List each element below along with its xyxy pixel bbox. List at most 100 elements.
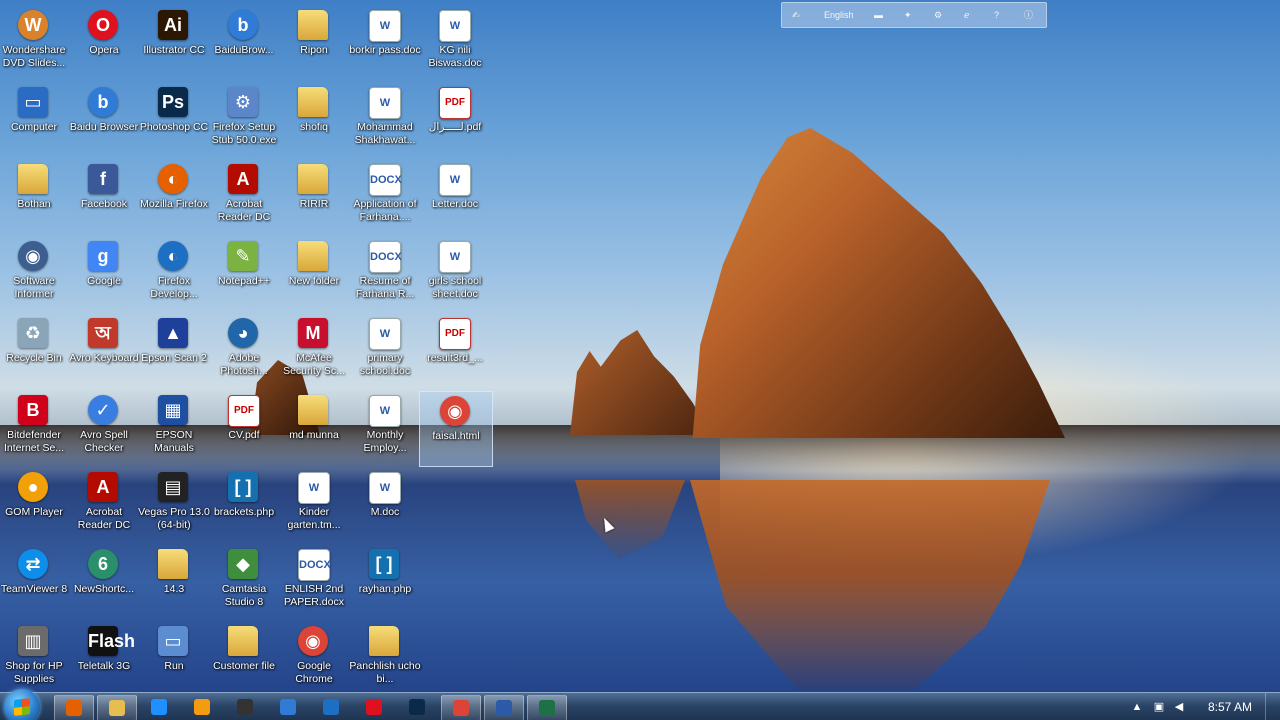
desktop-icon[interactable]: Bothan: [0, 160, 70, 234]
desktop-icon[interactable]: ◉ Google Chrome: [278, 622, 350, 692]
info-icon[interactable]: ⓘ: [1024, 3, 1033, 27]
language-label[interactable]: English: [824, 3, 854, 27]
taskbar-firefox-button[interactable]: [54, 695, 94, 720]
desktop-icon-label: Notepad++: [218, 275, 270, 287]
desktop-icon[interactable]: Wprimary school.doc: [349, 314, 421, 388]
desktop-icon[interactable]: ▲ Epson Scan 2: [138, 314, 210, 388]
taskbar-word-button[interactable]: [484, 695, 524, 720]
desktop-icon[interactable]: 6 NewShortc...: [68, 545, 140, 619]
desktop-icon[interactable]: Ps Photoshop CC: [138, 83, 210, 157]
desktop-icon-label: Bitdefender Internet Se...: [3, 429, 65, 454]
taskbar-clock[interactable]: 8:57 AM: [1208, 693, 1252, 720]
desktop-icon[interactable]: Wborkir pass.doc: [349, 6, 421, 80]
gear-icon[interactable]: ⚙: [934, 3, 942, 27]
taskbar-excel-button[interactable]: [527, 695, 567, 720]
desktop-icon[interactable]: Panchlish ucho bi...: [349, 622, 421, 692]
desktop-icon[interactable]: PDF لـــــرال.pdf: [419, 83, 491, 157]
desktop-icon-label: Application of Farhana....: [353, 198, 417, 223]
desktop-icon[interactable]: ◉ faisal.html: [419, 391, 493, 467]
desktop-icon-label: Recycle Bin: [6, 352, 62, 364]
desktop-icon[interactable]: A Acrobat Reader DC: [208, 160, 280, 234]
desktop-icon[interactable]: md munna: [278, 391, 350, 465]
desktop-icon[interactable]: ▤ Vegas Pro 13.0 (64-bit): [138, 468, 210, 542]
desktop-icon[interactable]: [ ] rayhan.php: [349, 545, 421, 619]
desktop-icon[interactable]: অ Avro Keyboard: [68, 314, 140, 388]
desktop-icon[interactable]: PDF result3rd_...: [419, 314, 491, 388]
help-icon[interactable]: ?: [994, 3, 999, 27]
app-icon: ◉: [18, 241, 48, 271]
show-desktop-button[interactable]: [1265, 693, 1280, 720]
desktop-icon[interactable]: B Bitdefender Internet Se...: [0, 391, 70, 465]
desktop-icon[interactable]: DOCX Application of Farhana....: [349, 160, 421, 234]
desktop-icon-label: Acrobat Reader DC: [217, 198, 271, 223]
desktop-icon[interactable]: M McAfee Security Sc...: [278, 314, 350, 388]
desktop-icon[interactable]: ♻ Recycle Bin: [0, 314, 70, 388]
desktop-icon[interactable]: ▭ Computer: [0, 83, 70, 157]
desktop-icon[interactable]: b BaiduBrow...: [208, 6, 280, 80]
desktop-icon[interactable]: W Kinder garten.tm...: [278, 468, 350, 542]
desktop-icon[interactable]: [ ] brackets.php: [208, 468, 280, 542]
speaker-icon[interactable]: ◀: [1172, 700, 1186, 714]
desktop-icon[interactable]: DOCX ENLISH 2nd PAPER.docx: [278, 545, 350, 619]
taskbar-chrome-button[interactable]: [441, 695, 481, 720]
ie-icon[interactable]: ℯ: [964, 3, 969, 27]
desktop-icon[interactable]: ◕ Adobe Photosh...: [208, 314, 280, 388]
desktop-icon[interactable]: W Mohammad Shakhawat...: [349, 83, 421, 157]
desktop-icon[interactable]: W Letter.doc: [419, 160, 491, 234]
desktop-icon[interactable]: shofiq: [278, 83, 350, 157]
desktop-icon[interactable]: DOCX Resume of Farhana R...: [349, 237, 421, 311]
desktop-icon[interactable]: A Acrobat Reader DC: [68, 468, 140, 542]
show-hidden-icons-icon[interactable]: ▲: [1130, 700, 1144, 714]
taskbar-explorer-button[interactable]: [97, 695, 137, 720]
desktop-icon[interactable]: New folder: [278, 237, 350, 311]
desktop-icon[interactable]: W Monthly Employ...: [349, 391, 421, 465]
network-icon[interactable]: ▣: [1152, 700, 1166, 714]
desktop-icon[interactable]: PDF CV.pdf: [208, 391, 280, 465]
firefox-icon: [66, 700, 82, 716]
desktop[interactable]: W Wondershare DVD Slides... O Opera Ai Illust…: [0, 0, 1280, 692]
desktop-icon[interactable]: Customer file: [208, 622, 280, 692]
desktop-icon[interactable]: ◉ Software Informer: [0, 237, 70, 311]
desktop-icon[interactable]: Ripon: [278, 6, 350, 80]
desktop-icon[interactable]: ▥ Shop for HP Supplies: [0, 622, 70, 692]
desktop-icon-label: TeamViewer 8: [0, 583, 68, 595]
language-bar[interactable]: ✍ English ▬ ✦ ⚙ ℯ ? ⓘ: [781, 2, 1047, 28]
desktop-icon[interactable]: O Opera: [68, 6, 140, 80]
desktop-icon[interactable]: ⚙ Firefox Setup Stub 50.0.exe: [208, 83, 280, 157]
desktop-icon[interactable]: W KG nili Biswas.doc: [419, 6, 491, 80]
tool-icon[interactable]: ✦: [904, 3, 912, 27]
handwriting-icon[interactable]: ✍: [792, 3, 800, 27]
desktop-icon[interactable]: b Baidu Browser: [68, 83, 140, 157]
desktop-icon[interactable]: ▦ EPSON Manuals: [138, 391, 210, 465]
taskbar-firefox-dev-button[interactable]: [312, 695, 350, 719]
desktop-icon[interactable]: W M.doc: [349, 468, 421, 542]
taskbar-opera-button[interactable]: [355, 695, 393, 719]
taskbar-vegas-button[interactable]: [226, 695, 264, 719]
desktop-icon[interactable]: ✓ Avro Spell Checker: [68, 391, 140, 465]
desktop-icon[interactable]: ◆ Camtasia Studio 8: [208, 545, 280, 619]
taskbar-ie-button[interactable]: [140, 695, 178, 719]
keyboard-icon[interactable]: ▬: [874, 3, 883, 27]
desktop-icon[interactable]: ◐ Mozilla Firefox: [138, 160, 210, 234]
desktop-icon[interactable]: RIRIR: [278, 160, 350, 234]
desktop-icon[interactable]: Flash Teletalk 3G: [68, 622, 140, 692]
desktop-icon[interactable]: g Google: [68, 237, 140, 311]
desktop-icon[interactable]: Wgirls school sheet.doc: [419, 237, 491, 311]
desktop-icon[interactable]: W Wondershare DVD Slides...: [0, 6, 70, 80]
desktop-icon[interactable]: 14.3: [138, 545, 210, 619]
desktop-icon[interactable]: ◐ Firefox Develop...: [138, 237, 210, 311]
start-button[interactable]: [4, 689, 40, 720]
desktop-icon-label: GOM Player: [5, 506, 63, 518]
app-icon: B: [18, 395, 48, 425]
desktop-icon[interactable]: Ai Illustrator CC: [138, 6, 210, 80]
desktop-icon[interactable]: ⇄ TeamViewer 8: [0, 545, 70, 619]
desktop-icon-label: Google Chrome: [295, 660, 333, 685]
desktop-icon[interactable]: ▭ Run: [138, 622, 210, 692]
taskbar-photoshop-button[interactable]: [398, 695, 436, 719]
desktop-icon[interactable]: ● GOM Player: [0, 468, 70, 542]
word-icon: [496, 700, 512, 716]
taskbar-baidu-button[interactable]: [269, 695, 307, 719]
desktop-icon[interactable]: f Facebook: [68, 160, 140, 234]
desktop-icon[interactable]: ✎ Notepad++: [208, 237, 280, 311]
taskbar-media-button[interactable]: [183, 695, 221, 719]
